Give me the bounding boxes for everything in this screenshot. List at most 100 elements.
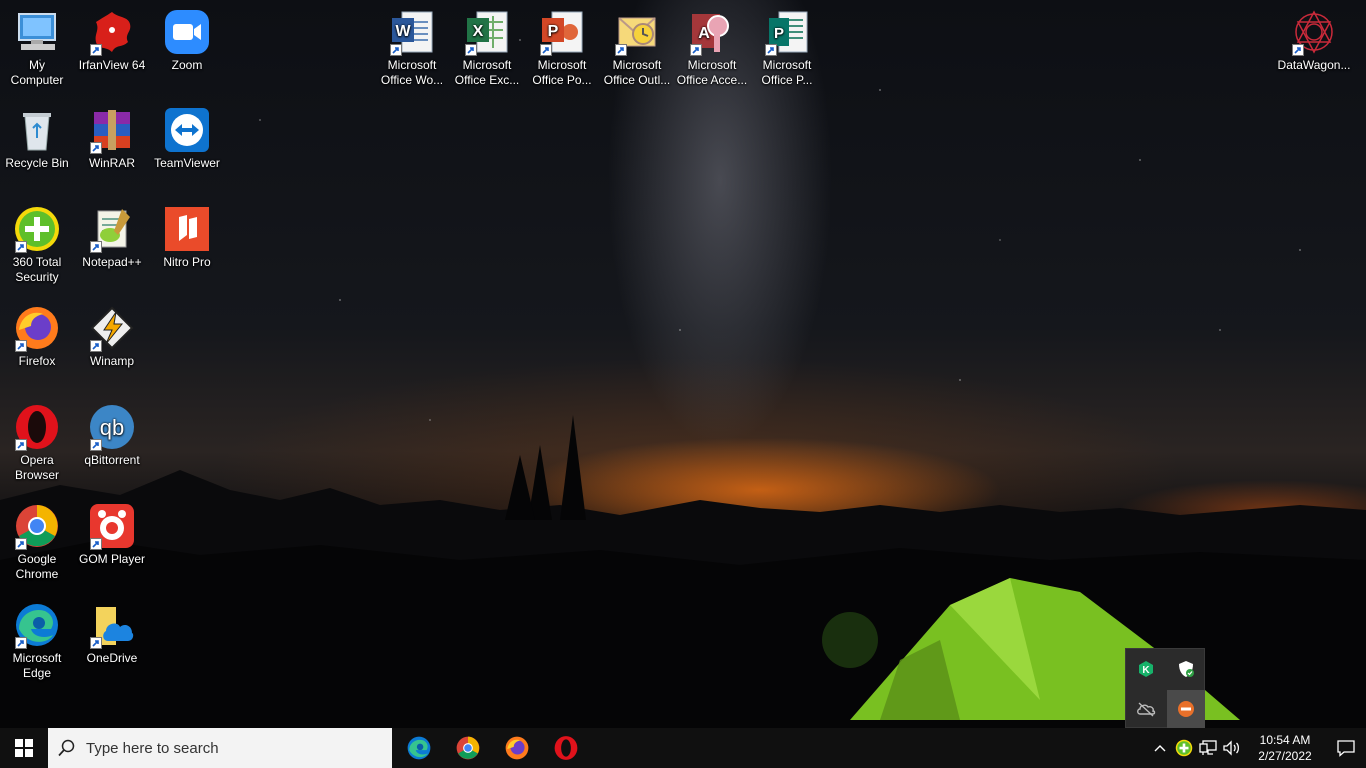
desktop-icon-label: OneDrive xyxy=(86,651,138,665)
desktop-icon-label: Microsoft Office Po... xyxy=(532,58,592,87)
svg-text:A: A xyxy=(698,25,710,42)
svg-text:X: X xyxy=(473,23,484,40)
desktop-icon-microsoft-edge[interactable]: Microsoft Edge xyxy=(0,601,74,681)
shortcut-arrow-icon xyxy=(92,47,99,54)
desktop-icon-label: Winamp xyxy=(89,354,134,368)
desktop-icon-ms-powerpoint[interactable]: P Microsoft Office Po... xyxy=(525,8,599,88)
desktop-icon-label: TeamViewer xyxy=(154,156,220,170)
clock-time: 10:54 AM xyxy=(1259,733,1311,747)
shortcut-arrow-icon xyxy=(17,244,24,251)
tray-firewall[interactable] xyxy=(1167,690,1205,728)
svg-text:K: K xyxy=(1142,665,1150,676)
desktop-icon-google-chrome[interactable]: Google Chrome xyxy=(0,502,74,582)
desktop-icon-irfanview[interactable]: IrfanView 64 xyxy=(75,8,149,73)
desktop-icon-label: Firefox xyxy=(18,354,56,368)
desktop-icon-ms-word[interactable]: W Microsoft Office Wo... xyxy=(375,8,449,88)
desktop-icon-firefox[interactable]: Firefox xyxy=(0,304,74,369)
taskbar-clock[interactable]: 10:54 AM 2/27/2022 xyxy=(1244,732,1326,764)
shortcut-arrow-icon xyxy=(1294,47,1301,54)
tray-kaspersky[interactable]: K xyxy=(1127,650,1165,688)
shortcut-arrow-icon xyxy=(767,47,774,54)
desktop-icon-ms-publisher[interactable]: P Microsoft Office P... xyxy=(750,8,824,88)
desktop-icon-opera-browser[interactable]: Opera Browser xyxy=(0,403,74,483)
firewall-icon xyxy=(1178,701,1194,717)
taskbar-chrome[interactable] xyxy=(443,728,492,768)
desktop-icon-notepadpp[interactable]: Notepad++ xyxy=(75,205,149,270)
shortcut-arrow-icon xyxy=(467,47,474,54)
shortcut-arrow-icon xyxy=(692,47,699,54)
desktop-icon-label: Recycle Bin xyxy=(5,156,69,170)
desktop-icon-winamp[interactable]: Winamp xyxy=(75,304,149,369)
desktop-icon-label: Opera Browser xyxy=(14,453,59,482)
shortcut-arrow-icon xyxy=(92,145,99,152)
zoom-icon xyxy=(165,10,209,54)
360-security-icon xyxy=(1175,739,1193,757)
search-input[interactable]: Type here to search xyxy=(48,728,392,768)
desktop-icon-label: 360 Total Security xyxy=(12,255,62,284)
desktop-icon-my-computer[interactable]: My Computer xyxy=(0,8,74,88)
desktop-icon-label: Notepad++ xyxy=(82,255,142,269)
desktop-icon-label: qBittorrent xyxy=(84,453,140,467)
tray-volume[interactable] xyxy=(1220,728,1244,768)
taskbar-opera[interactable] xyxy=(541,728,590,768)
desktop-icon-gom-player[interactable]: GOM Player xyxy=(75,502,149,567)
opera-icon xyxy=(554,736,577,760)
chrome-icon xyxy=(456,736,479,760)
desktop-icon-label: Microsoft Office Acce... xyxy=(676,58,748,87)
tray-overflow-popup: K xyxy=(1125,648,1205,728)
desktop-icon-winrar[interactable]: WinRAR xyxy=(75,106,149,171)
windows-logo-icon xyxy=(15,739,33,757)
taskbar-firefox[interactable] xyxy=(492,728,541,768)
desktop-icon-label: WinRAR xyxy=(88,156,135,170)
desktop-icon-onedrive[interactable]: OneDrive xyxy=(75,601,149,666)
desktop-icon-label: Microsoft Office Exc... xyxy=(454,58,520,87)
shortcut-arrow-icon xyxy=(542,47,549,54)
defender-icon xyxy=(1179,661,1194,677)
desktop[interactable]: My Computer Recycle Bin 360 Total Securi… xyxy=(0,0,1366,728)
shortcut-arrow-icon xyxy=(17,541,24,548)
start-button[interactable] xyxy=(0,728,48,768)
desktop-icon-qbittorrent[interactable]: qb qBittorrent xyxy=(75,403,149,468)
show-hidden-icons-button[interactable] xyxy=(1148,728,1172,768)
desktop-icon-360-total-security[interactable]: 360 Total Security xyxy=(0,205,74,285)
action-center-button[interactable] xyxy=(1326,728,1366,768)
desktop-icon-label: GOM Player xyxy=(78,552,145,566)
desktop-icon-label: DataWagon... xyxy=(1277,58,1351,72)
shortcut-arrow-icon xyxy=(92,244,99,251)
desktop-icon-ms-excel[interactable]: X Microsoft Office Exc... xyxy=(450,8,524,88)
shortcut-arrow-icon xyxy=(92,343,99,350)
taskbar-edge[interactable] xyxy=(394,728,443,768)
desktop-icon-label: IrfanView 64 xyxy=(78,58,146,72)
shortcut-arrow-icon xyxy=(17,640,24,647)
desktop-icon-recycle-bin[interactable]: Recycle Bin xyxy=(0,106,74,171)
tray-onedrive-offline[interactable] xyxy=(1127,690,1165,728)
desktop-icon-label: Nitro Pro xyxy=(163,255,211,269)
desktop-icon-label: Microsoft Office P... xyxy=(761,58,813,87)
desktop-icon-label: Zoom xyxy=(171,58,203,72)
speaker-icon xyxy=(1223,740,1240,756)
desktop-icon-ms-outlook[interactable]: Microsoft Office Outl... xyxy=(600,8,674,88)
search-icon xyxy=(58,739,75,757)
desktop-icon-teamviewer[interactable]: TeamViewer xyxy=(150,106,224,171)
shortcut-arrow-icon xyxy=(617,47,624,54)
tray-network[interactable] xyxy=(1196,728,1220,768)
desktop-icon-ms-access[interactable]: A Microsoft Office Acce... xyxy=(675,8,749,88)
shortcut-arrow-icon xyxy=(92,640,99,647)
svg-text:qb: qb xyxy=(100,415,124,440)
shortcut-arrow-icon xyxy=(392,47,399,54)
system-tray: 10:54 AM 2/27/2022 xyxy=(1148,728,1366,768)
firefox-icon xyxy=(505,736,528,760)
desktop-icon-nitro-pro[interactable]: Nitro Pro xyxy=(150,205,224,270)
teamviewer-icon xyxy=(165,108,209,152)
desktop-icon-zoom[interactable]: Zoom xyxy=(150,8,224,73)
svg-text:P: P xyxy=(774,25,784,42)
onedrive-offline-icon xyxy=(1137,702,1156,717)
shortcut-arrow-icon xyxy=(17,442,24,449)
desktop-icon-label: Google Chrome xyxy=(15,552,59,581)
my-computer-icon xyxy=(18,13,56,50)
tray-360-security[interactable] xyxy=(1172,728,1196,768)
tray-defender[interactable] xyxy=(1167,650,1205,688)
desktop-icon-datawagon[interactable]: DataWagon... xyxy=(1276,8,1352,73)
chevron-up-icon xyxy=(1154,745,1166,752)
clock-date: 2/27/2022 xyxy=(1258,749,1312,763)
